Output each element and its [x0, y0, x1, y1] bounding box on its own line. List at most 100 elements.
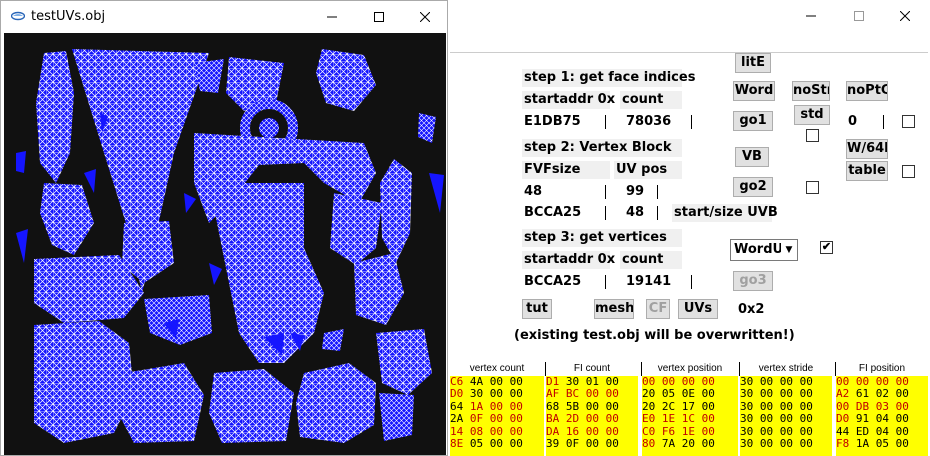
step3-count-field[interactable]: 19141 [624, 273, 692, 291]
hex-bytes: 00 00 00 [661, 376, 715, 388]
hex-bytes: 16 00 00 [565, 424, 619, 438]
close-button[interactable] [882, 0, 928, 32]
zero-checkbox[interactable] [902, 115, 915, 128]
word-button[interactable]: Word [733, 81, 775, 101]
hex-bytes: 00 00 00 [759, 437, 813, 451]
hex-lead-byte: 30 [740, 412, 754, 426]
cf-button[interactable]: CF [646, 299, 670, 319]
hex-bytes: 05 00 00 [469, 437, 523, 451]
hex-row: 39 0F 00 00 [546, 437, 638, 451]
go2-button[interactable]: go2 [733, 177, 773, 197]
hex-header-fi-position: FI position [858, 363, 906, 374]
uv-pos-field[interactable]: 99 [624, 183, 658, 201]
hex-lead-byte: 00 [836, 399, 850, 413]
hex-lead-byte: 00 [642, 376, 656, 388]
hex-lead-byte: 64 [450, 399, 464, 413]
hex-bytes: 1A 05 00 [855, 437, 909, 451]
hex-lead-byte: 30 [740, 424, 754, 438]
hex-header-vertex-stride: vertex stride [758, 363, 814, 374]
hex-column-vertex-count: C6 4A 00 00 D0 30 00 00 64 1A 00 00 2A 0… [450, 376, 544, 456]
hex-lead-byte: DA [546, 424, 560, 438]
hex-lead-byte: 30 [740, 399, 754, 413]
hex-lead-byte: 39 [546, 437, 560, 451]
step1-label: step 1: get face indices [522, 69, 696, 87]
hex-bytes: 30 00 00 [469, 387, 523, 401]
hex-bytes: 00 00 00 [759, 424, 813, 438]
vb-button[interactable]: VB [735, 147, 769, 167]
go2-checkbox[interactable] [806, 181, 819, 194]
minimize-icon [327, 16, 337, 18]
hex-bytes: F6 1E 00 [661, 424, 715, 438]
step3-label: step 3: get vertices [522, 229, 682, 247]
uv-islands [16, 49, 444, 443]
hex-lead-byte: 30 [740, 437, 754, 451]
hex-bytes: 4A 00 00 [469, 376, 523, 388]
format-checkbox[interactable]: ✔ [820, 241, 833, 254]
close-button[interactable] [402, 1, 448, 33]
hex-bytes: 00 00 00 [759, 376, 813, 388]
hex-row: 30 00 00 00 [740, 437, 832, 451]
hex-lead-byte: AF [546, 387, 560, 401]
hex-bytes: 61 02 00 [855, 387, 909, 401]
step1-count-field[interactable]: 78036 [624, 113, 692, 131]
tut-button[interactable]: tut [522, 299, 552, 319]
hex-bytes: 5B 00 00 [565, 399, 619, 413]
hex-bytes: 91 04 00 [855, 412, 909, 426]
uvb-size-field[interactable]: 48 [624, 204, 658, 222]
noptc-button[interactable]: noPtC [846, 81, 888, 101]
hex-lead-byte: D0 [450, 387, 464, 401]
step1-startaddr-label: startaddr 0x [522, 91, 616, 109]
ripper-titlebar[interactable] [448, 0, 930, 32]
hex-bytes: 00 00 00 [759, 399, 813, 413]
hex-lead-byte: 14 [450, 424, 464, 438]
zero-field[interactable]: 0 [846, 113, 884, 131]
mesh-viewer-window: testUVs.obj [0, 0, 448, 456]
hex-bytes: 7A 20 00 [661, 437, 715, 451]
format-select[interactable]: WordUV ▼ [730, 239, 798, 261]
table-checkbox[interactable] [902, 165, 915, 178]
hex-row: 80 7A 20 00 [642, 437, 738, 451]
close-icon [900, 11, 910, 21]
hex-header-fi-count: FI count [573, 363, 611, 374]
uvb-start-field[interactable]: BCCA25 [522, 204, 606, 222]
step1-startaddr-field[interactable]: E1DB75 [522, 113, 606, 131]
go1-button[interactable]: go1 [733, 111, 773, 131]
minimize-button[interactable] [309, 1, 355, 33]
nostr-button[interactable]: noStr [792, 81, 830, 101]
mesh-button[interactable]: mesh [594, 299, 634, 319]
std-checkbox[interactable] [806, 129, 819, 142]
hex-row: 8E 05 00 00 [450, 437, 544, 451]
hex-bytes: 05 0E 00 [661, 387, 715, 401]
step2-label: step 2: Vertex Block [522, 139, 682, 157]
hex-bytes: ED 04 00 [855, 424, 909, 438]
minimize-button[interactable] [788, 0, 834, 32]
w64k-button[interactable]: W/64k [846, 139, 888, 159]
go3-button[interactable]: go3 [733, 271, 773, 291]
hex-lead-byte: 20 [642, 399, 656, 413]
hex-bytes: 1E 1C 00 [661, 412, 715, 426]
hex-lead-byte: BA [546, 412, 560, 426]
hex-header-vertex-count: vertex count [469, 363, 525, 374]
mesh-viewer-titlebar[interactable]: testUVs.obj [1, 1, 447, 33]
lite-button[interactable]: litE [735, 53, 771, 73]
table-button[interactable]: table [846, 161, 888, 181]
maximize-button[interactable] [836, 0, 882, 32]
hex-lead-byte: 8E [450, 437, 464, 451]
maximize-button[interactable] [356, 1, 402, 33]
uvb-label: start/size UVB [672, 204, 778, 222]
overwrite-warning: (existing test.obj will be overwritten!) [512, 327, 812, 345]
hex-bytes: 0F 00 00 [565, 437, 619, 451]
hex-bytes: 00 00 00 [759, 387, 813, 401]
std-button[interactable]: std [794, 105, 830, 125]
hex-table: vertex count FI count vertex position ve… [450, 362, 928, 456]
uv-mesh-canvas[interactable] [4, 33, 446, 455]
hex-bytes: BC 00 00 [565, 387, 619, 401]
step3-startaddr-label: startaddr 0x [522, 251, 616, 269]
hex-lead-byte: C0 [642, 424, 656, 438]
fvf-size-field[interactable]: 48 [522, 183, 606, 201]
step1-count-label: count [620, 91, 682, 109]
hex-row: F8 1A 05 00 [836, 437, 928, 451]
hex-lead-byte: 68 [546, 399, 560, 413]
uvs-button[interactable]: UVs [678, 299, 718, 319]
step3-startaddr-field[interactable]: BCCA25 [522, 273, 606, 291]
